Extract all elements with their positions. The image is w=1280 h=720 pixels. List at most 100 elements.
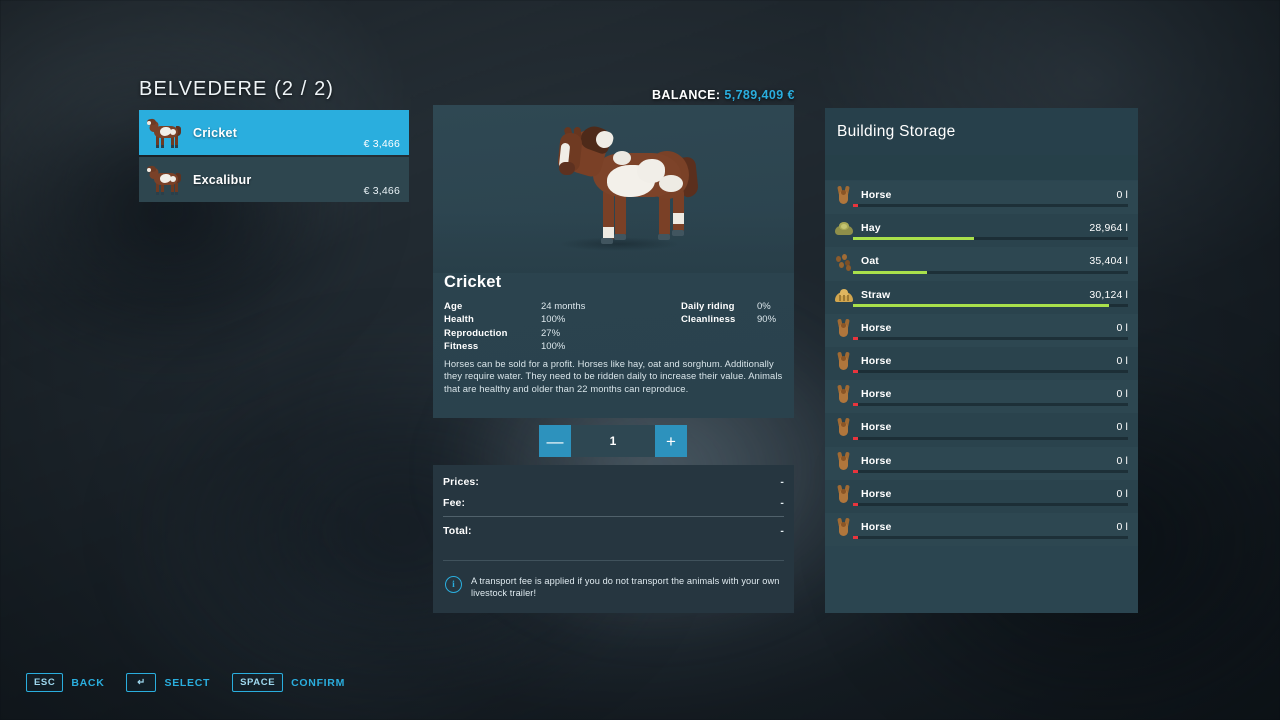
horse-head-icon (837, 351, 850, 370)
info-icon: i (445, 576, 462, 593)
page-title: BELVEDERE (2 / 2) (139, 78, 335, 100)
storage-row: Straw 30,124 l (825, 280, 1138, 314)
animal-stats-grid: Age 24 months Daily riding 0% Health 100… (444, 300, 783, 354)
storage-item-icon (834, 218, 854, 238)
storage-row: Horse 0 l (825, 380, 1138, 414)
prices-panel: Prices: - Fee: - Total: - i A transport … (433, 465, 794, 613)
storage-row: Oat 35,404 l (825, 247, 1138, 281)
storage-item-name: Horse (861, 454, 892, 467)
storage-fill-bar (853, 403, 1128, 407)
hint-confirm[interactable]: SPACE CONFIRM (232, 673, 345, 692)
storage-item-name: Horse (861, 487, 892, 500)
animal-price: € 3,466 (363, 138, 400, 150)
stat-spacer (681, 327, 757, 340)
key-label-select: SELECT (164, 676, 211, 689)
divider (443, 560, 784, 561)
balance-label: BALANCE: (652, 88, 721, 102)
animal-name: Excalibur (193, 172, 252, 187)
storage-item-name: Horse (861, 520, 892, 533)
horse-head-icon (837, 517, 850, 536)
storage-item-icon (834, 384, 854, 404)
horse-icon (145, 164, 187, 196)
horse-head-icon (837, 185, 850, 204)
stat-label: Age (444, 301, 463, 312)
game-menu-screen: BELVEDERE (2 / 2) Cricket € 3,466 Excali… (0, 0, 1280, 720)
price-label: Fee: (443, 496, 466, 509)
quantity-value[interactable]: 1 (571, 425, 655, 457)
stat-value: 100% (541, 341, 566, 353)
key-cap-esc: ESC (26, 673, 64, 692)
storage-item-icon (834, 417, 854, 437)
storage-header: Building Storage (825, 108, 1138, 155)
storage-item-icon (834, 285, 854, 305)
storage-row: Horse 0 l (825, 413, 1138, 447)
storage-title: Building Storage (837, 122, 956, 140)
storage-item-amount: 0 l (1116, 421, 1128, 434)
stat-spacer (757, 327, 783, 340)
decrement-button[interactable]: — (539, 425, 571, 457)
stat-value: 0% (757, 301, 771, 312)
hint-back[interactable]: ESC BACK (26, 673, 104, 692)
list-item[interactable]: Cricket € 3,466 (139, 110, 409, 155)
storage-item-icon (834, 517, 854, 537)
stat-value: 27% (541, 327, 561, 339)
storage-row: Horse 0 l (825, 346, 1138, 381)
horse-head-icon (837, 417, 850, 437)
storage-fill-bar (853, 270, 1128, 274)
building-storage-panel: Building Storage Horse 0 l Hay 28,964 l Oat 3… (825, 108, 1138, 613)
stat-spacer (681, 340, 757, 353)
price-label: Prices: (443, 475, 480, 488)
storage-item-amount: 35,404 l (1089, 255, 1128, 268)
divider (443, 516, 784, 517)
storage-fill-bar (853, 469, 1128, 473)
storage-fill-bar (853, 204, 1128, 208)
storage-item-name: Hay (861, 222, 881, 235)
storage-row: Horse 0 l (825, 181, 1138, 215)
storage-fill-bar (853, 436, 1128, 440)
price-row-fee: Fee: - (443, 492, 784, 513)
storage-item-amount: 0 l (1116, 189, 1128, 201)
hay-icon (835, 222, 853, 236)
animal-preview-stage (433, 105, 794, 273)
storage-item-amount: 0 l (1116, 487, 1128, 500)
storage-item-amount: 28,964 l (1089, 222, 1128, 235)
horse-icon (145, 117, 187, 149)
price-label: Total: (443, 524, 472, 537)
storage-list: Horse 0 l Hay 28,964 l Oat 35,404 l Straw 30,12… (825, 180, 1138, 547)
price-amount: - (780, 524, 784, 537)
storage-fill-bar (853, 502, 1128, 506)
horse-preview-model (541, 115, 711, 255)
price-amount: - (780, 496, 784, 509)
storage-item-amount: 0 l (1116, 388, 1128, 401)
animal-info-block: Cricket Age 24 months Daily riding 0% He… (444, 273, 783, 395)
storage-fill-bar (853, 336, 1128, 340)
storage-row: Horse 0 l (825, 479, 1138, 513)
price-row-prices: Prices: - (443, 471, 784, 492)
storage-item-icon (834, 318, 854, 338)
storage-item-icon (834, 484, 854, 504)
storage-item-icon (834, 185, 854, 205)
storage-item-icon (834, 351, 854, 371)
note-text: A transport fee is applied if you do not… (471, 576, 780, 598)
list-item[interactable]: Excalibur € 3,466 (139, 157, 409, 202)
balance-value: 5,789,409 € (724, 88, 795, 102)
stat-label: Daily riding (681, 301, 735, 312)
key-label-back: BACK (71, 676, 105, 689)
increment-button[interactable]: + (655, 425, 687, 457)
storage-fill-bar (853, 536, 1128, 540)
horse-head-icon (837, 451, 850, 470)
stat-value: 90% (757, 314, 777, 326)
storage-item-name: Oat (861, 255, 879, 268)
hint-select[interactable]: ↵ SELECT (126, 673, 210, 692)
key-cap-space: SPACE (232, 673, 284, 692)
storage-item-amount: 0 l (1116, 354, 1128, 367)
storage-header-gap (825, 155, 1138, 180)
storage-item-amount: 0 l (1116, 454, 1128, 467)
stat-label: Fitness (444, 341, 479, 353)
stat-label: Health (444, 314, 474, 326)
animal-description: Horses can be sold for a profit. Horses … (444, 357, 783, 394)
key-cap-enter: ↵ (126, 673, 157, 692)
storage-item-name: Horse (861, 321, 892, 334)
stat-label: Reproduction (444, 327, 508, 339)
storage-item-icon (834, 251, 854, 272)
